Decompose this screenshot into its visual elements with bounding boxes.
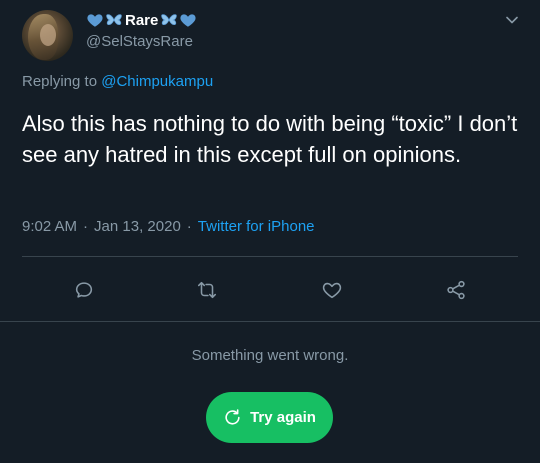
meta-separator: ·	[186, 218, 192, 235]
divider	[0, 321, 540, 322]
like-button[interactable]	[318, 276, 346, 304]
try-again-button[interactable]: Try again	[206, 392, 333, 443]
chevron-down-icon[interactable]	[505, 13, 519, 27]
replying-to-label: Replying to	[22, 73, 98, 90]
tweet-date[interactable]: Jan 13, 2020	[94, 218, 181, 235]
blue-heart-icon	[180, 14, 196, 27]
replying-to: Replying to @Chimpukampu	[22, 73, 213, 90]
avatar[interactable]	[22, 10, 73, 61]
reply-icon	[75, 282, 93, 298]
tweet-text: Also this has nothing to do with being “…	[22, 111, 518, 167]
tweet-detail-screen: Rare @SelStaysRare Replying to @Chimpuka…	[0, 0, 540, 463]
display-name[interactable]: Rare	[86, 10, 197, 30]
like-icon	[322, 282, 342, 299]
tweet-actions	[0, 270, 540, 310]
user-handle[interactable]: @SelStaysRare	[86, 33, 193, 50]
reply-mention-link[interactable]: @Chimpukampu	[101, 73, 213, 90]
tweet-header: Rare @SelStaysRare	[0, 0, 540, 70]
blue-heart-icon	[87, 14, 103, 27]
error-message: Something went wrong.	[191, 347, 349, 364]
try-again-label: Try again	[250, 409, 316, 426]
butterfly-icon	[106, 14, 122, 26]
butterfly-icon	[161, 14, 178, 26]
retweet-button[interactable]	[193, 276, 221, 304]
display-name-text: Rare	[125, 11, 159, 29]
tweet-source-link[interactable]: Twitter for iPhone	[198, 218, 315, 235]
reply-button[interactable]	[70, 276, 98, 304]
divider	[22, 256, 518, 257]
share-button[interactable]	[442, 276, 470, 304]
meta-separator: ·	[83, 218, 89, 235]
retweet-icon	[197, 281, 217, 299]
tweet-time: 9:02 AM	[22, 218, 78, 235]
refresh-icon	[225, 409, 240, 425]
tweet-meta: 9:02 AM · Jan 13, 2020 · Twitter for iPh…	[22, 218, 315, 235]
share-icon	[447, 280, 465, 300]
